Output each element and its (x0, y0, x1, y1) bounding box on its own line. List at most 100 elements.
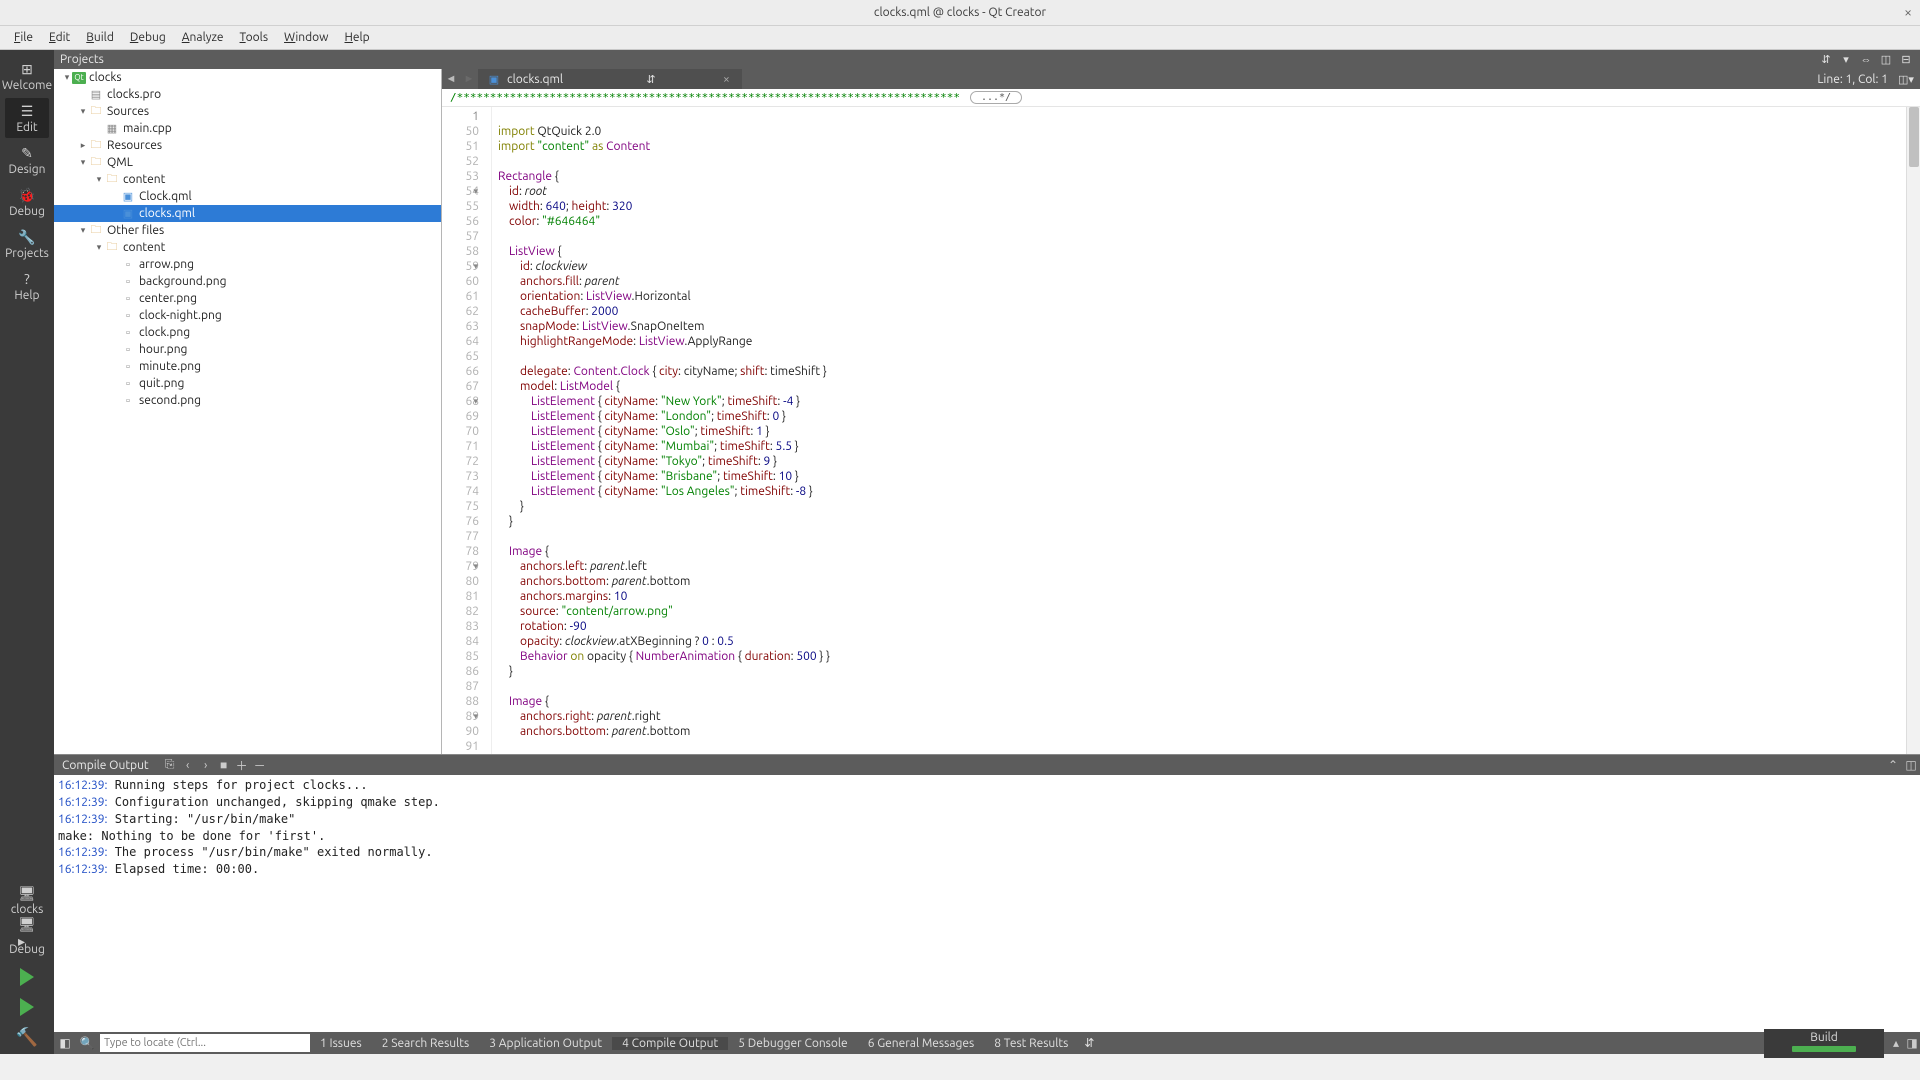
tree-item[interactable]: ▫clock.png (54, 324, 441, 341)
expand-arrow-icon[interactable] (110, 192, 120, 202)
expand-arrow-icon[interactable] (110, 294, 120, 304)
tree-item[interactable]: ▾🗀QML (54, 154, 441, 171)
expand-arrow-icon[interactable]: ▸ (78, 140, 88, 151)
build-config-selector[interactable]: 🖥 ▸ Debug (5, 924, 49, 956)
status-pane-5[interactable]: 5 Debugger Console (728, 1037, 857, 1050)
progress-toggle-button[interactable]: ▴ (1888, 1036, 1904, 1050)
output-prev-icon[interactable]: ‹ (179, 759, 197, 772)
status-pane-6[interactable]: 6 General Messages (858, 1037, 985, 1050)
locator-input[interactable] (100, 1034, 310, 1052)
tree-item[interactable]: ▸🗀Resources (54, 137, 441, 154)
mode-projects[interactable]: 🔧Projects (5, 224, 49, 264)
expand-arrow-icon[interactable] (110, 260, 120, 270)
status-pane-4[interactable]: 4 Compile Output (612, 1037, 728, 1050)
build-button[interactable]: 🔨 (12, 1024, 42, 1050)
toggle-right-sidebar-button[interactable]: ◨ (1904, 1036, 1920, 1050)
tree-item[interactable]: ▾🗀content (54, 239, 441, 256)
tree-item[interactable]: ▾Qtclocks (54, 69, 441, 86)
expand-arrow-icon[interactable] (110, 311, 120, 321)
tree-item[interactable]: ▤clocks.pro (54, 86, 441, 103)
output-stop-icon[interactable]: ■ (215, 758, 233, 772)
mode-edit[interactable]: ☰Edit (5, 98, 49, 138)
expand-arrow-icon[interactable] (110, 379, 120, 389)
nav-forward-button[interactable]: ► (460, 69, 478, 89)
output-max-icon[interactable]: ⌃ (1884, 758, 1902, 772)
expand-arrow-icon[interactable]: ▾ (94, 174, 104, 185)
menu-analyze[interactable]: Analyze (174, 28, 232, 47)
menu-tools[interactable]: Tools (232, 28, 277, 47)
window-close-button[interactable]: × (1904, 4, 1912, 20)
editor-pane: ◄ ► ▣ clocks.qml ⇵ × Line: 1, Col: 1 ◫▾ … (442, 69, 1920, 754)
expand-arrow-icon[interactable]: ▾ (78, 106, 88, 117)
expand-arrow-icon[interactable]: ▾ (78, 157, 88, 168)
line-gutter[interactable]: 15051525354▾5556575859▾60616263646566676… (442, 107, 492, 754)
status-pane-3[interactable]: 3 Application Output (479, 1037, 612, 1050)
expand-arrow-icon[interactable] (110, 362, 120, 372)
menu-debug[interactable]: Debug (122, 28, 174, 47)
tree-item[interactable]: ▫center.png (54, 290, 441, 307)
tree-item[interactable]: ▫clock-night.png (54, 307, 441, 324)
editor-scrollbar[interactable] (1906, 107, 1920, 754)
expand-arrow-icon[interactable] (110, 396, 120, 406)
menu-help[interactable]: Help (337, 28, 378, 47)
tab-close-button[interactable]: × (719, 73, 734, 86)
status-pane-2[interactable]: 2 Search Results (372, 1037, 480, 1050)
collapse-icon[interactable]: ⊟ (1898, 52, 1914, 68)
output-body[interactable]: 16:12:39: Running steps for project cloc… (54, 775, 1920, 1032)
toggle-sidebar-button[interactable]: ◧ (54, 1032, 76, 1054)
tree-item[interactable]: ▫quit.png (54, 375, 441, 392)
tree-item[interactable]: ▾🗀Other files (54, 222, 441, 239)
filter-icon[interactable]: ▾ (1838, 52, 1854, 68)
tree-item[interactable]: ▫hour.png (54, 341, 441, 358)
mode-design[interactable]: ✎Design (5, 140, 49, 180)
tree-item[interactable]: ▫background.png (54, 273, 441, 290)
expand-arrow-icon[interactable] (110, 277, 120, 287)
doc-combo-icon[interactable]: ⇵ (643, 71, 659, 87)
run-debug-button[interactable] (12, 994, 42, 1020)
link-icon[interactable]: ⇔ (1858, 52, 1874, 68)
expand-arrow-icon[interactable] (110, 328, 120, 338)
project-tree[interactable]: ▾Qtclocks ▤clocks.pro▾🗀Sources ▦main.cpp… (54, 69, 442, 754)
run-button[interactable] (12, 964, 42, 990)
menu-edit[interactable]: Edit (41, 28, 78, 47)
expand-arrow-icon[interactable] (94, 124, 104, 134)
output-next-icon[interactable]: › (197, 759, 215, 772)
expand-arrow-icon[interactable]: ▾ (78, 225, 88, 236)
mode-debug[interactable]: 🐞Debug (5, 182, 49, 222)
split-editor-icon[interactable]: ◫▾ (1898, 71, 1914, 87)
code-editor[interactable]: import QtQuick 2.0 import "content" as C… (492, 107, 1906, 754)
menu-file[interactable]: File (6, 28, 41, 47)
tree-item[interactable]: ▾🗀content (54, 171, 441, 188)
build-progress[interactable]: Build (1764, 1029, 1884, 1058)
expand-arrow-icon[interactable] (110, 345, 120, 355)
fold-pill[interactable]: ...*/ (970, 91, 1022, 104)
tree-item[interactable]: ▫second.png (54, 392, 441, 409)
document-tab[interactable]: ▣ clocks.qml ⇵ × (478, 69, 742, 89)
tree-item[interactable]: ▦main.cpp (54, 120, 441, 137)
split-icon[interactable]: ◫ (1878, 52, 1894, 68)
tree-item[interactable]: ▫minute.png (54, 358, 441, 375)
expand-arrow-icon[interactable]: ▾ (62, 72, 72, 83)
output-zoom-in-icon[interactable]: ＋ (233, 757, 251, 774)
panes-combo-icon[interactable]: ⇵ (1078, 1032, 1100, 1054)
output-zoom-out-icon[interactable]: － (251, 757, 269, 774)
tree-item[interactable]: ▣clocks.qml (54, 205, 441, 222)
status-pane-8[interactable]: 8 Test Results (984, 1037, 1078, 1050)
output-filter-icon[interactable]: ⎘ (161, 758, 179, 772)
status-pane-1[interactable]: 1 Issues (310, 1037, 372, 1050)
combo-icon[interactable]: ⇵ (1818, 52, 1834, 68)
mode-welcome[interactable]: ⊞Welcome (5, 56, 49, 96)
tree-item[interactable]: ▾🗀Sources (54, 103, 441, 120)
expand-arrow-icon[interactable] (110, 209, 120, 219)
mode-help[interactable]: ?Help (5, 266, 49, 306)
tree-item[interactable]: ▣Clock.qml (54, 188, 441, 205)
output-close-icon[interactable]: ◫ (1902, 758, 1920, 772)
menu-window[interactable]: Window (276, 28, 336, 47)
line-col-indicator[interactable]: Line: 1, Col: 1 ◫▾ (1807, 71, 1920, 87)
expand-arrow-icon[interactable]: ▾ (94, 242, 104, 253)
menu-build[interactable]: Build (78, 28, 122, 47)
expand-arrow-icon[interactable] (78, 90, 88, 100)
nav-back-button[interactable]: ◄ (442, 69, 460, 89)
kit-selector[interactable]: 🖥 clocks (5, 884, 49, 916)
tree-item[interactable]: ▫arrow.png (54, 256, 441, 273)
